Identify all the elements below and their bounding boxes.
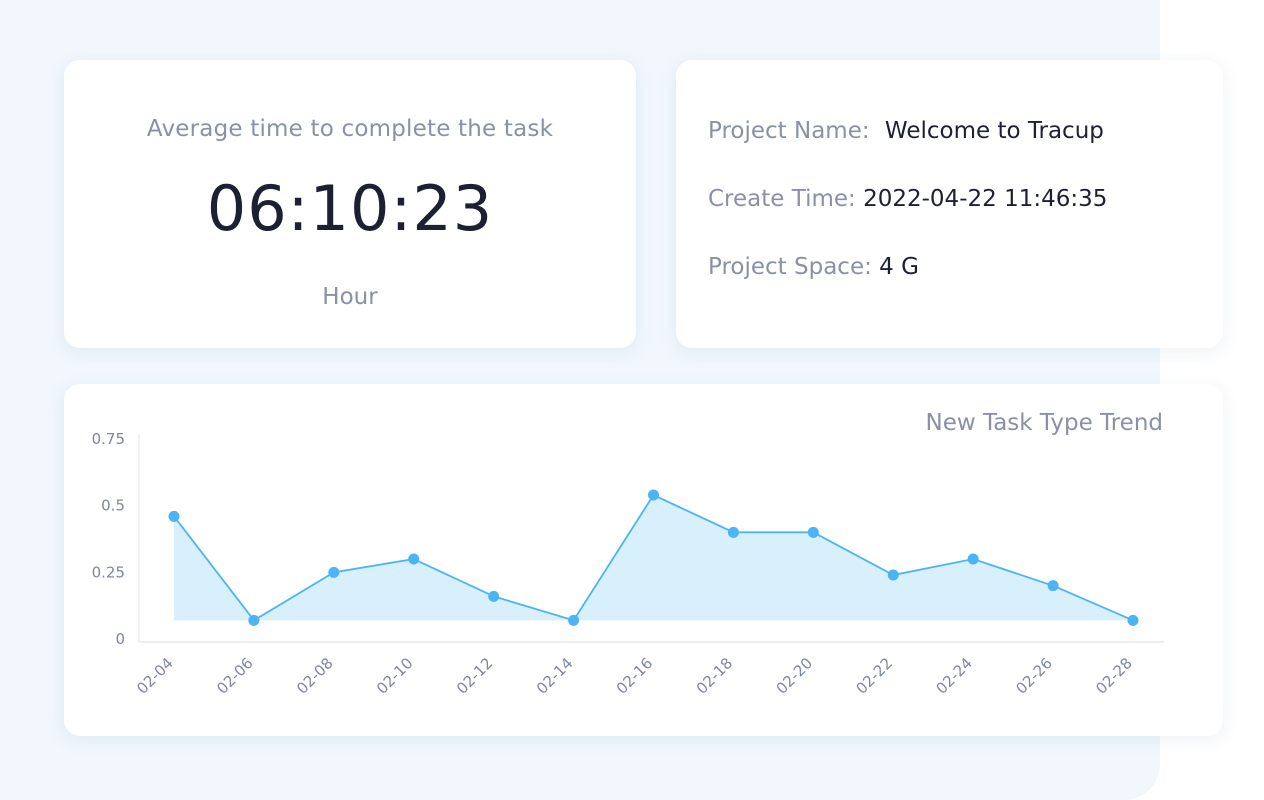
- project-space-row: Project Space: 4 G: [708, 254, 919, 280]
- data-point: [328, 566, 340, 578]
- y-tick-label: 0.5: [101, 497, 125, 515]
- project-space-value: 4 G: [879, 254, 919, 280]
- task-trend-chart: 0 0.25 0.5 0.75 02-04 02-06 02-08 02-10 02-12 02-…: [92, 430, 1164, 698]
- x-tick-label: 02-22: [853, 654, 897, 698]
- average-time-title: Average time to complete the task: [146, 116, 554, 142]
- project-name-row: Project Name: Welcome to Tracup: [708, 118, 1104, 144]
- x-tick-label: 02-06: [213, 654, 257, 698]
- average-time-card: Average time to complete the task 06:10:…: [64, 60, 636, 348]
- data-point: [807, 526, 819, 538]
- data-point: [248, 614, 260, 626]
- x-tick-label: 02-08: [293, 654, 337, 698]
- project-space-label: Project Space:: [708, 254, 872, 280]
- y-tick-label: 0.75: [92, 430, 125, 448]
- data-point: [967, 553, 979, 565]
- data-point: [568, 614, 580, 626]
- x-tick-label: 02-18: [693, 654, 737, 698]
- project-name-label: Project Name:: [708, 118, 870, 144]
- data-point: [408, 553, 420, 565]
- create-time-row: Create Time: 2022-04-22 11:46:35: [708, 186, 1107, 212]
- x-tick-label: 02-28: [1092, 654, 1136, 698]
- average-time-value: 06:10:23: [206, 172, 494, 245]
- y-tick-label: 0.25: [92, 563, 125, 581]
- x-tick-label: 02-10: [373, 654, 417, 698]
- data-point: [887, 569, 899, 581]
- data-point: [1127, 614, 1139, 626]
- series-area: [174, 495, 1133, 621]
- x-tick-label: 02-12: [453, 654, 497, 698]
- create-time-value: 2022-04-22 11:46:35: [863, 186, 1108, 212]
- average-time-unit: Hour: [322, 284, 378, 310]
- data-point: [488, 590, 500, 602]
- x-tick-label: 02-16: [613, 654, 657, 698]
- create-time-label: Create Time:: [708, 186, 856, 212]
- x-tick-label: 02-24: [932, 654, 976, 698]
- x-tick-label: 02-04: [133, 654, 177, 698]
- project-name-value: Welcome to Tracup: [884, 118, 1104, 144]
- y-tick-label: 0: [115, 630, 125, 648]
- x-tick-label: 02-20: [773, 654, 817, 698]
- project-info-card: Project Name: Welcome to Tracup Create T…: [676, 60, 1223, 348]
- data-point: [168, 510, 180, 522]
- data-point: [1047, 580, 1059, 592]
- task-trend-chart-card: New Task Type Trend 0 0.25 0.5 0.75 02-04 02-…: [64, 384, 1223, 736]
- x-tick-label: 02-26: [1012, 654, 1056, 698]
- data-point: [648, 489, 659, 501]
- x-tick-label: 02-14: [533, 654, 577, 698]
- data-point: [727, 526, 739, 538]
